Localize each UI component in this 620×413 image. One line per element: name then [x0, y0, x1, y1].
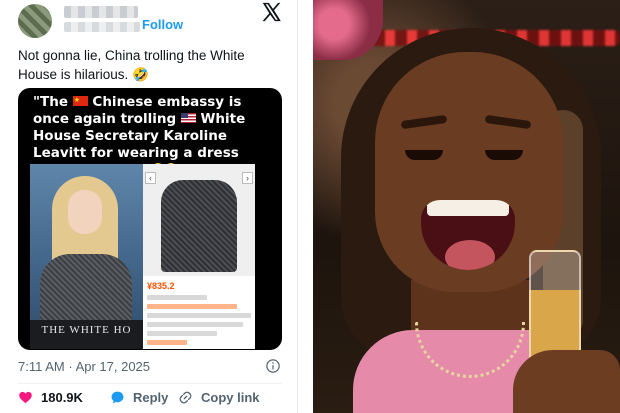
press-briefing-photo: VASH SE THE WHITE HO: [30, 164, 143, 349]
x-logo-icon[interactable]: [260, 1, 282, 23]
tweet-card: Follow Not gonna lie, China trolling the…: [0, 0, 298, 413]
info-icon[interactable]: [266, 359, 280, 373]
tweet-media[interactable]: "The Chinese embassy is once again troll…: [18, 88, 282, 350]
reply-button[interactable]: Reply: [110, 390, 168, 405]
blurred-handle: [64, 22, 140, 32]
like-button[interactable]: 180.9K: [18, 390, 83, 405]
hand: [513, 350, 620, 413]
dress-image: [161, 180, 237, 272]
podium-sign: THE WHITE HO: [41, 324, 132, 336]
link-icon: [179, 391, 192, 404]
chevron-right-icon: ›: [242, 172, 253, 184]
dress-product-listing: ‹ › ¥835.2: [143, 164, 255, 349]
reply-bubble-icon: [111, 391, 124, 404]
chevron-left-icon: ‹: [145, 172, 156, 184]
reply-label: Reply: [133, 390, 169, 405]
divider: [18, 383, 282, 384]
avatar[interactable]: [18, 4, 52, 38]
tweet-text: Not gonna lie, China trolling the White …: [18, 48, 245, 82]
heart-icon: [19, 391, 32, 404]
us-flag-icon: [180, 113, 196, 123]
copy-link-button[interactable]: Copy link: [178, 390, 260, 405]
like-count: 180.9K: [41, 390, 83, 405]
china-flag-icon: [72, 92, 88, 109]
tweet-actions: 180.9K Reply Copy link: [18, 390, 282, 408]
product-price: ¥835.2: [147, 281, 175, 291]
blurred-display-name: [64, 6, 138, 18]
follow-link[interactable]: Follow: [142, 17, 183, 32]
laughing-reaction-photo: [313, 0, 620, 413]
tweet-timestamp[interactable]: 7:11 AM · Apr 17, 2025: [18, 359, 150, 374]
copy-link-label: Copy link: [201, 390, 260, 405]
